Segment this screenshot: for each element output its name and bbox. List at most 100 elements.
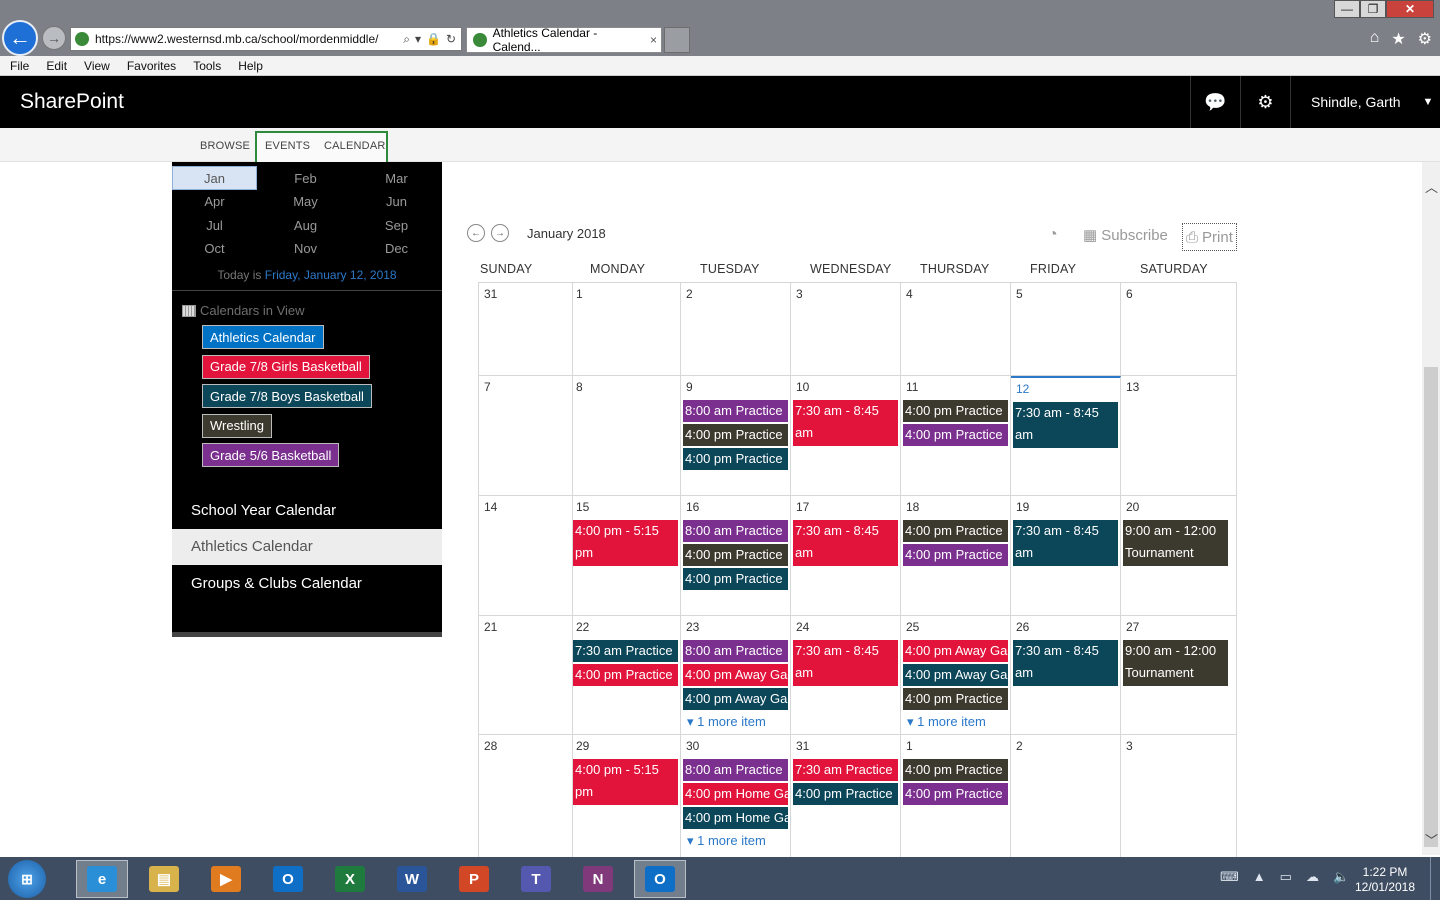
- menu-tools[interactable]: Tools: [193, 59, 221, 73]
- calendar-day-cell[interactable]: 29 4:00 pm - 5:15 pm Practice: [571, 735, 681, 862]
- calendar-day-cell[interactable]: 1 4:00 pm Practice 4:00 pm Practice: [901, 735, 1011, 862]
- month-jan[interactable]: Jan: [172, 166, 257, 190]
- volume-icon[interactable]: 🔈: [1333, 869, 1349, 885]
- calendar-day-cell[interactable]: 28: [478, 735, 573, 862]
- subscribe-button[interactable]: ▦ Subscribe: [1083, 226, 1168, 245]
- network-icon[interactable]: ▭: [1280, 869, 1292, 885]
- calendar-event[interactable]: 4:00 pm Practice: [903, 783, 1008, 805]
- month-apr[interactable]: Apr: [172, 190, 257, 214]
- calendar-event[interactable]: 7:30 am - 8:45 am Practice: [1013, 640, 1118, 686]
- nav-link[interactable]: Groups & Clubs Calendar: [172, 565, 442, 601]
- calendar-event[interactable]: 4:00 pm Practice: [903, 688, 1008, 710]
- calendar-day-cell[interactable]: 3: [791, 282, 901, 376]
- close-window-button[interactable]: ✕: [1386, 0, 1434, 18]
- calendar-day-cell[interactable]: 18 4:00 pm Practice 4:00 pm Practice: [901, 496, 1011, 616]
- calendar-event[interactable]: 8:00 am Practice: [683, 400, 788, 422]
- start-button[interactable]: ⊞: [8, 860, 46, 898]
- month-oct[interactable]: Oct: [172, 237, 257, 261]
- calendar-day-cell[interactable]: 19 7:30 am - 8:45 am Practice: [1011, 496, 1121, 616]
- calendar-event[interactable]: 4:00 pm Away Ga: [903, 664, 1008, 686]
- calendar-day-cell[interactable]: 6: [1121, 282, 1237, 376]
- calendar-day-cell[interactable]: 2: [1011, 735, 1121, 862]
- calendar-day-cell[interactable]: 9 8:00 am Practice 4:00 pm Practice 4:00 pm…: [681, 376, 791, 496]
- keyboard-icon[interactable]: ⌨: [1220, 869, 1239, 885]
- calendar-day-cell[interactable]: 16 8:00 am Practice 4:00 pm Practice 4:00 p…: [681, 496, 791, 616]
- dropdown-icon[interactable]: ▾: [415, 32, 421, 47]
- month-jun[interactable]: Jun: [354, 190, 439, 214]
- teams-taskbar-icon[interactable]: T: [510, 860, 562, 898]
- calendar-event[interactable]: 4:00 pm Away Ga: [683, 664, 788, 686]
- forward-button[interactable]: →: [42, 26, 66, 50]
- more-items-link[interactable]: ▾ 1 more item: [907, 714, 986, 730]
- tray-expand-icon[interactable]: ▲: [1253, 869, 1266, 885]
- calendar-day-cell[interactable]: 27 9:00 am - 12:00 Tournament: [1121, 616, 1237, 735]
- clock[interactable]: 1:22 PM 12/01/2018: [1352, 865, 1418, 895]
- month-feb[interactable]: Feb: [263, 166, 348, 190]
- calendar-event[interactable]: 4:00 pm Practice: [683, 544, 788, 566]
- address-url[interactable]: https://www2.westernsd.mb.ca/school/mord…: [95, 32, 403, 46]
- calendar-event[interactable]: 7:30 am - 8:45 am Practice: [793, 640, 898, 686]
- calendar-day-cell[interactable]: 8: [571, 376, 681, 496]
- calendar-event[interactable]: 4:00 pm Practice: [573, 664, 678, 686]
- excel-taskbar-icon[interactable]: X: [324, 860, 376, 898]
- next-month-button[interactable]: →: [491, 224, 509, 242]
- file-explorer-taskbar-icon[interactable]: ▤: [138, 860, 190, 898]
- more-items-link[interactable]: ▾ 1 more item: [687, 833, 766, 849]
- calendar-day-cell[interactable]: 15 4:00 pm - 5:15 pm Practice: [571, 496, 681, 616]
- restore-button[interactable]: ❐: [1360, 0, 1386, 18]
- nav-link[interactable]: Athletics Calendar: [172, 528, 442, 565]
- star-icon[interactable]: ★: [1391, 29, 1405, 49]
- calendar-chip[interactable]: Grade 7/8 Boys Basketball: [202, 384, 372, 408]
- calendar-day-cell[interactable]: 22 7:30 am Practice 4:00 pm Practice: [571, 616, 681, 735]
- scroll-up-icon[interactable]: ︿: [1425, 177, 1438, 196]
- calendar-day-cell[interactable]: 1: [571, 282, 681, 376]
- calendar-event[interactable]: 4:00 pm Practice: [903, 520, 1008, 542]
- calendar-day-cell[interactable]: 30 8:00 am Practice 4:00 pm Home Ga 4:00 pm…: [681, 735, 791, 862]
- show-desktop-button[interactable]: [1430, 857, 1440, 900]
- onenote-taskbar-icon[interactable]: N: [572, 860, 624, 898]
- address-bar[interactable]: https://www2.westernsd.mb.ca/school/mord…: [70, 27, 462, 51]
- calendar-event[interactable]: 4:00 pm Practice: [903, 759, 1008, 781]
- calendar-day-cell[interactable]: 17 7:30 am - 8:45 am Practice: [791, 496, 901, 616]
- lock-icon[interactable]: 🔒: [426, 32, 441, 47]
- month-may[interactable]: May: [263, 190, 348, 214]
- calendar-chip[interactable]: Wrestling: [202, 413, 272, 438]
- calendar-event[interactable]: 4:00 pm Practice: [903, 400, 1008, 422]
- sharepoint-brand[interactable]: SharePoint: [20, 90, 124, 114]
- calendar-event[interactable]: 8:00 am Practice: [683, 759, 788, 781]
- more-items-link[interactable]: ▾ 1 more item: [687, 714, 766, 730]
- menu-help[interactable]: Help: [238, 59, 263, 73]
- calendar-event[interactable]: 4:00 pm Practice: [903, 544, 1008, 566]
- refresh-icon[interactable]: ↻: [446, 32, 456, 47]
- calendar-day-cell[interactable]: 11 4:00 pm Practice 4:00 pm Practice: [901, 376, 1011, 496]
- back-button[interactable]: ←: [2, 20, 38, 56]
- month-mar[interactable]: Mar: [354, 166, 439, 190]
- rss-icon[interactable]: ◔: [1048, 226, 1058, 244]
- calendar-event[interactable]: 8:00 am Practice: [683, 520, 788, 542]
- menu-edit[interactable]: Edit: [46, 59, 67, 73]
- calendar-day-cell[interactable]: 14: [478, 496, 573, 616]
- search-icon[interactable]: ⌕: [403, 32, 410, 47]
- calendar-event[interactable]: 7:30 am - 8:45 am Practice: [793, 400, 898, 446]
- today-link[interactable]: Friday, January 12, 2018: [265, 268, 397, 282]
- onedrive-icon[interactable]: ☁: [1306, 869, 1319, 885]
- calendar-chip[interactable]: Athletics Calendar: [202, 325, 324, 349]
- calendar-day-cell[interactable]: 31 7:30 am Practice 4:00 pm Practice: [791, 735, 901, 862]
- word-taskbar-icon[interactable]: W: [386, 860, 438, 898]
- previous-month-button[interactable]: ←: [467, 224, 485, 242]
- calendar-day-cell[interactable]: 2: [681, 282, 791, 376]
- calendar-event[interactable]: 7:30 am Practice: [573, 640, 678, 662]
- menu-file[interactable]: File: [10, 59, 29, 73]
- calendar-chip[interactable]: Grade 5/6 Basketball: [202, 443, 340, 467]
- tab-calendar[interactable]: CALENDAR: [324, 140, 386, 152]
- nav-link[interactable]: School Year Calendar: [172, 492, 442, 528]
- calendar-day-cell[interactable]: 20 9:00 am - 12:00 Tournament: [1121, 496, 1237, 616]
- calendar-event[interactable]: 7:30 am - 8:45 am Practice: [1013, 520, 1118, 566]
- calendar-event[interactable]: 4:00 pm - 5:15 pm Practice: [573, 759, 678, 805]
- chat-icon[interactable]: 💬: [1190, 76, 1240, 128]
- calendar-day-cell[interactable]: 12 7:30 am - 8:45 am Practice: [1011, 376, 1121, 496]
- tab-events[interactable]: EVENTS: [265, 140, 310, 152]
- scrollbar-thumb[interactable]: [1424, 367, 1438, 847]
- calendar-event[interactable]: 4:00 pm Practice: [683, 424, 788, 446]
- calendar-day-cell[interactable]: 5: [1011, 282, 1121, 376]
